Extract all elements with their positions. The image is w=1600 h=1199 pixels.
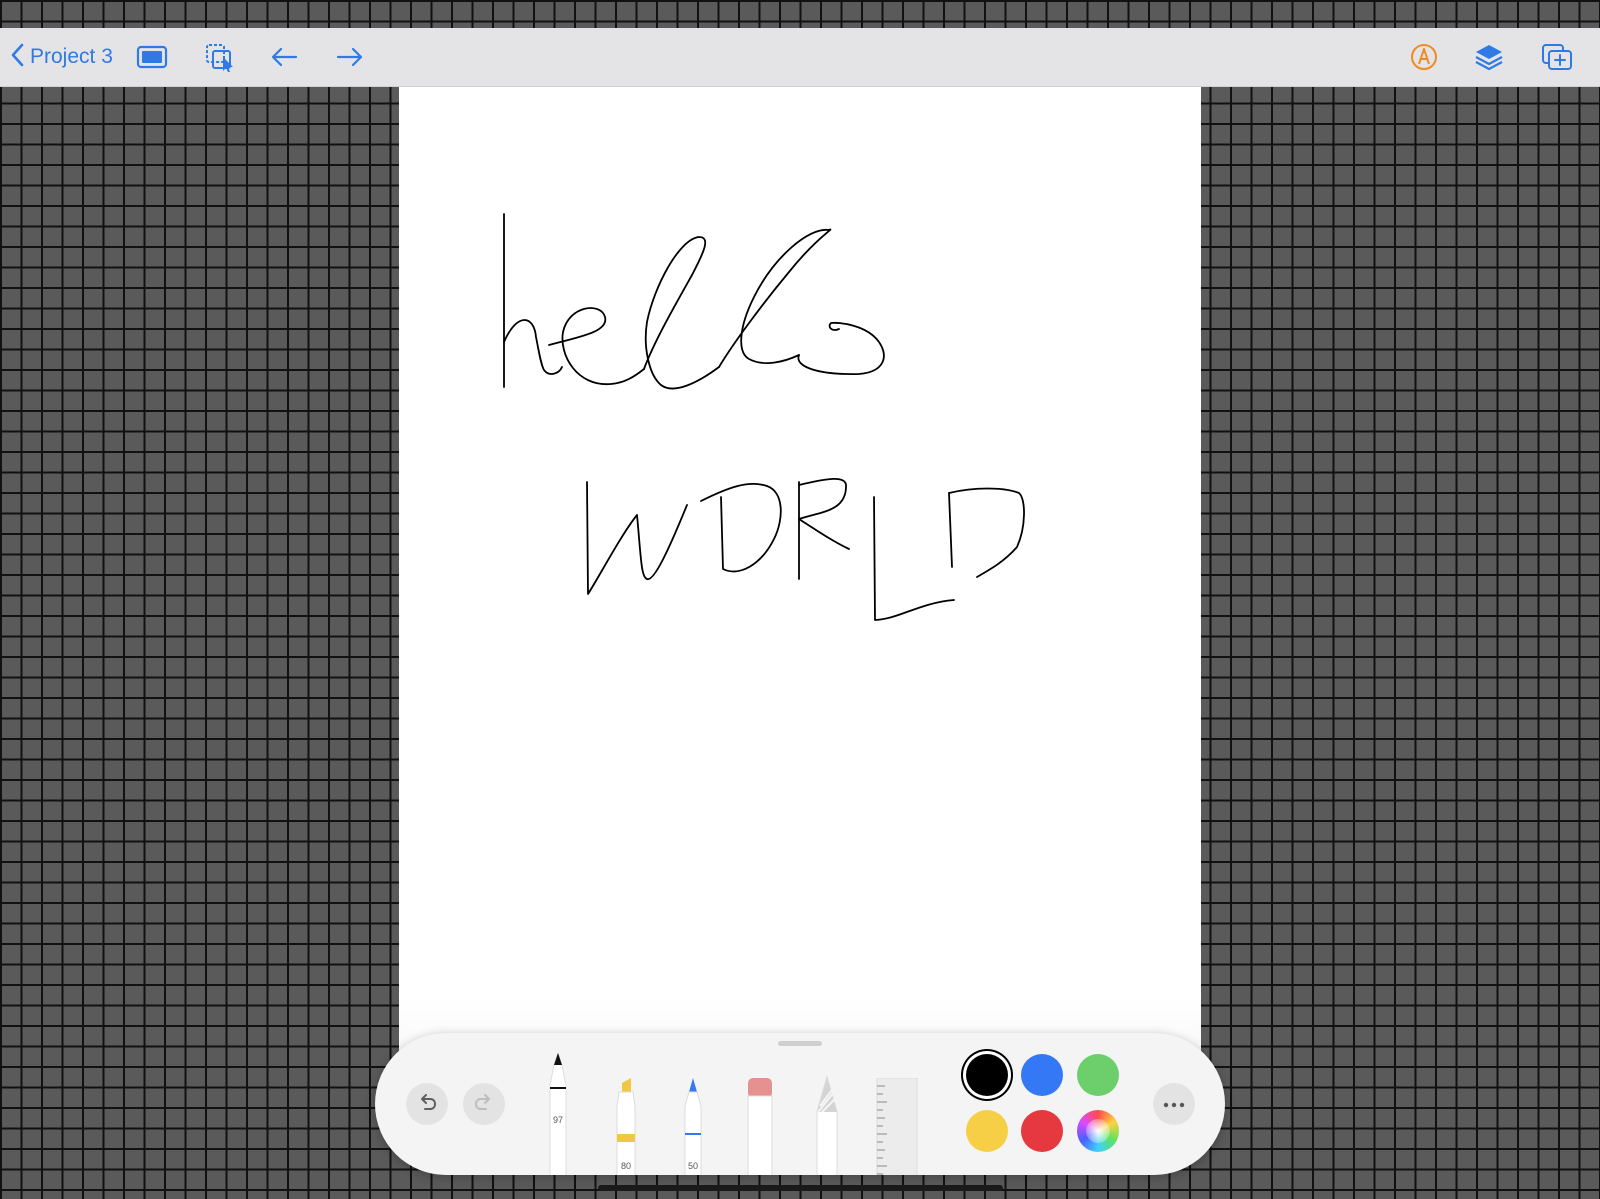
home-indicator[interactable]	[598, 1185, 1003, 1191]
top-toolbar: Project 3	[0, 28, 1600, 87]
eraser-icon	[747, 1078, 773, 1175]
color-swatch-black[interactable]	[966, 1054, 1008, 1096]
chevron-left-icon	[10, 43, 24, 72]
ruler-icon	[876, 1078, 918, 1175]
redo-arrow-icon[interactable]	[332, 41, 366, 73]
redo-icon	[473, 1091, 495, 1118]
drawing-canvas[interactable]	[399, 87, 1201, 1147]
color-wheel-picker[interactable]	[1077, 1110, 1119, 1152]
fullscreen-icon[interactable]	[135, 41, 169, 73]
palette-grabber[interactable]	[778, 1041, 822, 1046]
color-swatch-blue[interactable]	[1021, 1054, 1063, 1096]
color-swatch-red[interactable]	[1021, 1110, 1063, 1152]
undo-icon	[416, 1091, 438, 1118]
pencil-circle-icon[interactable]	[1407, 41, 1441, 73]
pencil-icon	[816, 1076, 838, 1175]
back-button[interactable]: Project 3	[10, 42, 113, 72]
pen-tool[interactable]: 97	[543, 1053, 573, 1175]
pen-width-label: 97	[552, 1115, 563, 1125]
back-button-label: Project 3	[30, 45, 113, 68]
tool-palette: 97 80 50	[375, 1033, 1225, 1175]
handwriting-drawing	[503, 213, 1025, 621]
pen-icon	[549, 1053, 567, 1175]
marker-width-label: 80	[620, 1161, 631, 1171]
more-options-button[interactable]	[1153, 1083, 1195, 1125]
palette-redo-button[interactable]	[463, 1083, 505, 1125]
fineliner-width-label: 50	[687, 1161, 698, 1171]
add-page-icon[interactable]	[1540, 41, 1574, 73]
marker-tool[interactable]: 80	[611, 1078, 641, 1175]
color-swatch-yellow[interactable]	[966, 1110, 1008, 1152]
fineliner-tool[interactable]: 50	[678, 1078, 708, 1175]
palette-undo-button[interactable]	[406, 1083, 448, 1125]
pencil-tool[interactable]	[812, 1076, 842, 1175]
color-swatch-green[interactable]	[1077, 1054, 1119, 1096]
color-wheel-center	[1086, 1119, 1110, 1143]
ruler-tool[interactable]	[875, 1078, 919, 1175]
layers-icon[interactable]	[1472, 41, 1506, 73]
eraser-tool[interactable]	[745, 1078, 775, 1175]
undo-arrow-icon[interactable]	[268, 41, 302, 73]
selection-icon[interactable]	[203, 41, 237, 73]
ellipsis-icon	[1163, 1095, 1185, 1113]
